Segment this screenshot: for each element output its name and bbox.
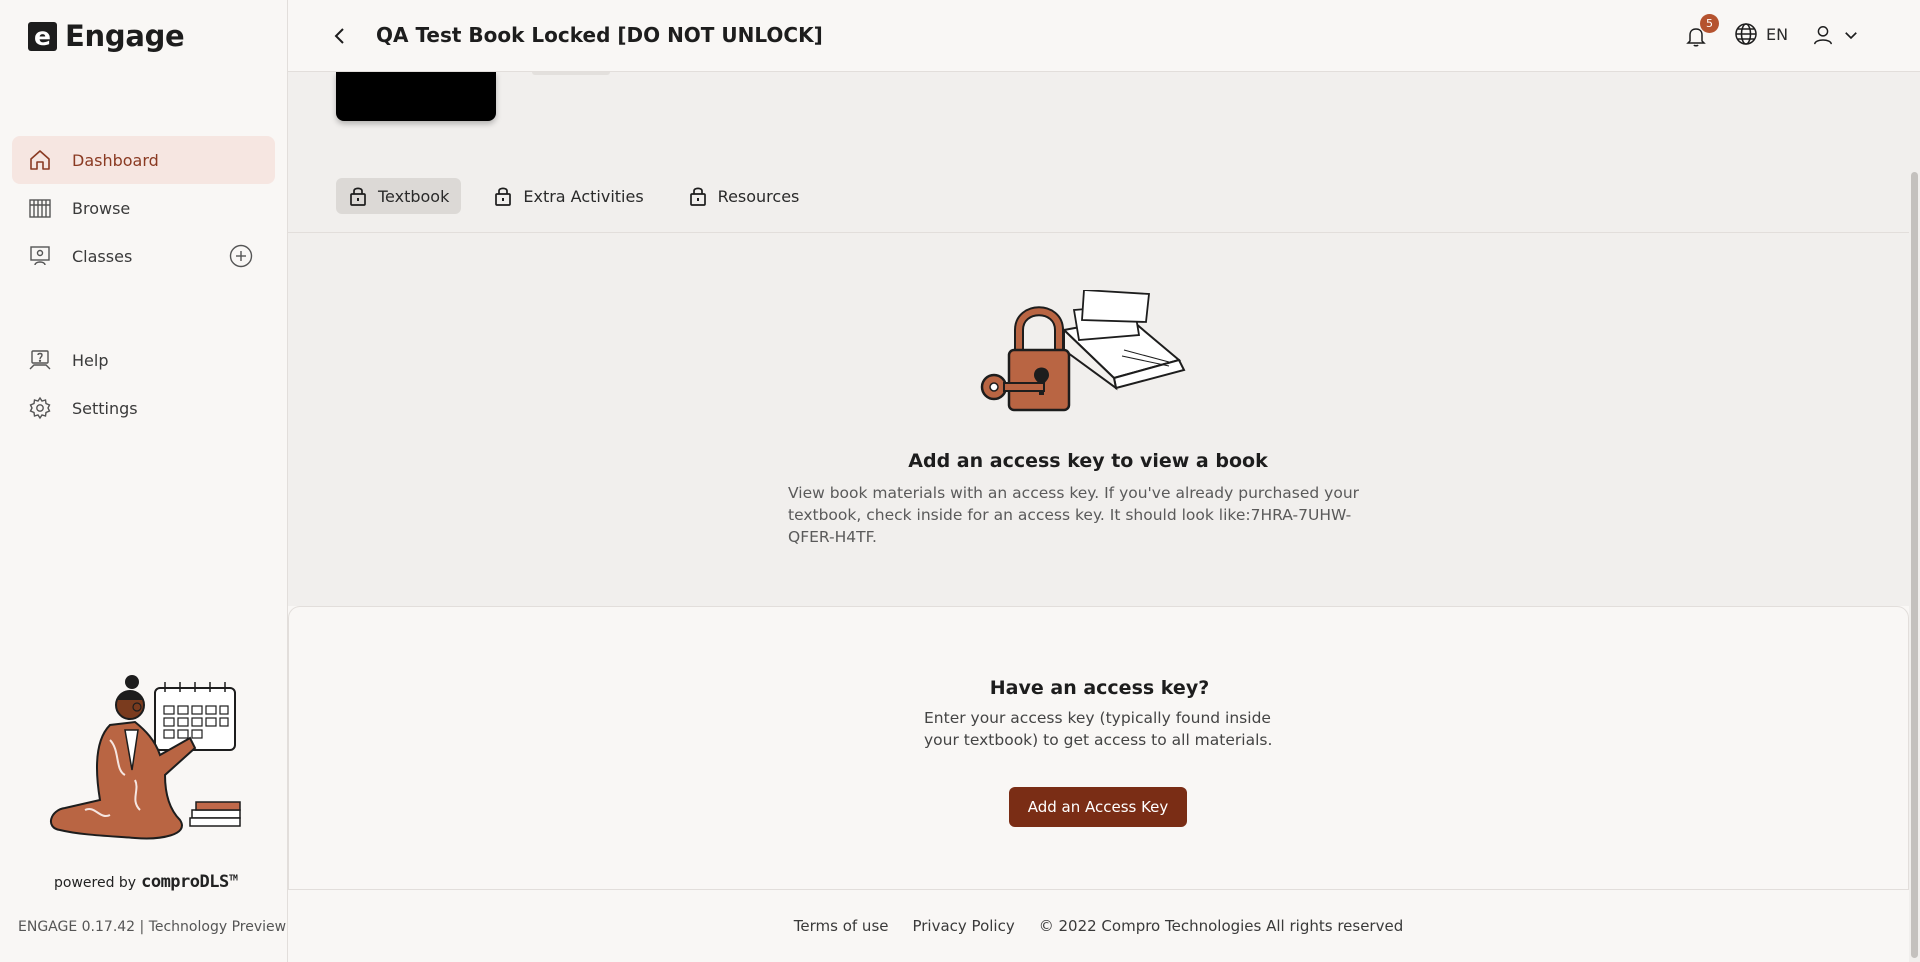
- tab-extra-activities[interactable]: Extra Activities: [481, 178, 655, 214]
- add-class-icon[interactable]: [229, 244, 253, 268]
- book-tabs: Textbook Extra Activities Resources: [336, 178, 811, 214]
- powered-by-brand: comproDLSTM: [141, 872, 238, 892]
- sidebar-item-browse[interactable]: Browse: [12, 184, 275, 232]
- add-access-key-button[interactable]: Add an Access Key: [1009, 787, 1187, 827]
- language-selector[interactable]: EN: [1734, 22, 1788, 46]
- lock-icon: [689, 187, 706, 206]
- tab-resources[interactable]: Resources: [676, 178, 812, 214]
- page-scrollbar[interactable]: [1909, 72, 1920, 962]
- language-label: EN: [1766, 24, 1789, 44]
- book-cover: [336, 72, 496, 121]
- lock-icon: [495, 187, 512, 206]
- tabs-divider: [288, 232, 1909, 233]
- sidebar-item-classes[interactable]: Classes: [12, 232, 275, 280]
- sidebar-item-settings[interactable]: Settings: [12, 384, 275, 432]
- chevron-left-icon: [334, 28, 344, 44]
- user-menu[interactable]: [1812, 24, 1860, 46]
- privacy-link[interactable]: Privacy Policy: [912, 917, 1014, 935]
- access-key-description: Enter your access key (typically found i…: [924, 709, 1273, 749]
- sidebar: e Engage Dashboard Browse Classes Help S…: [0, 0, 288, 962]
- scrollbar-thumb[interactable]: [1911, 172, 1918, 958]
- footer: Terms of use Privacy Policy © 2022 Compr…: [288, 890, 1909, 962]
- sidebar-item-label: Classes: [72, 246, 133, 266]
- page-title: QA Test Book Locked [DO NOT UNLOCK]: [376, 23, 823, 47]
- gear-icon: [28, 396, 52, 420]
- trademark: TM: [228, 873, 238, 883]
- sidebar-item-label: Help: [72, 350, 109, 370]
- app-logo[interactable]: e Engage: [28, 19, 185, 53]
- powered-by: powered by comproDLSTM: [54, 872, 238, 892]
- classroom-icon: [28, 244, 52, 268]
- sidebar-item-help[interactable]: Help: [12, 336, 275, 384]
- copyright-text: © 2022 Compro Technologies All rights re…: [1038, 917, 1404, 935]
- tab-textbook[interactable]: Textbook: [336, 178, 462, 214]
- main-content: Textbook Extra Activities Resources Add …: [288, 72, 1909, 962]
- help-icon: [28, 348, 52, 372]
- chevron-down-icon: [1845, 32, 1857, 40]
- globe-icon: [1735, 23, 1757, 45]
- book-panel: Textbook Extra Activities Resources Add …: [288, 72, 1909, 606]
- tab-label: Extra Activities: [523, 186, 644, 206]
- lock-icon: [350, 187, 366, 206]
- tab-label: Textbook: [378, 186, 450, 206]
- book-meta-placeholder: [532, 72, 610, 75]
- access-key-title: Have an access key?: [989, 677, 1210, 699]
- powered-by-label: powered by: [54, 875, 137, 891]
- locked-description: View book materials with an access key. …: [788, 484, 1360, 546]
- locked-title: Add an access key to view a book: [908, 450, 1268, 472]
- sidebar-item-label: Settings: [72, 398, 138, 418]
- terms-link[interactable]: Terms of use: [794, 917, 889, 935]
- top-header: QA Test Book Locked [DO NOT UNLOCK] 5 EN: [288, 0, 1920, 72]
- tab-label: Resources: [717, 186, 800, 206]
- powered-by-brand-name: comproDLS: [141, 872, 229, 892]
- back-button[interactable]: [328, 24, 352, 48]
- user-icon: [1814, 26, 1832, 45]
- sidebar-item-label: Dashboard: [72, 150, 159, 170]
- access-key-card: Have an access key? Enter your access ke…: [288, 606, 1909, 890]
- logo-mark-icon: e: [28, 21, 57, 51]
- home-icon: [28, 148, 52, 172]
- locked-book-illustration: [974, 289, 1224, 420]
- sidebar-nav: Dashboard Browse Classes Help Settings: [12, 136, 275, 432]
- teacher-illustration: [40, 660, 250, 845]
- sidebar-item-label: Browse: [72, 198, 131, 218]
- app-version: ENGAGE 0.17.42 | Technology Preview: [18, 919, 287, 935]
- app-name: Engage: [65, 19, 185, 53]
- notification-badge: 5: [1700, 14, 1719, 33]
- library-icon: [28, 196, 52, 220]
- sidebar-item-dashboard[interactable]: Dashboard: [12, 136, 275, 184]
